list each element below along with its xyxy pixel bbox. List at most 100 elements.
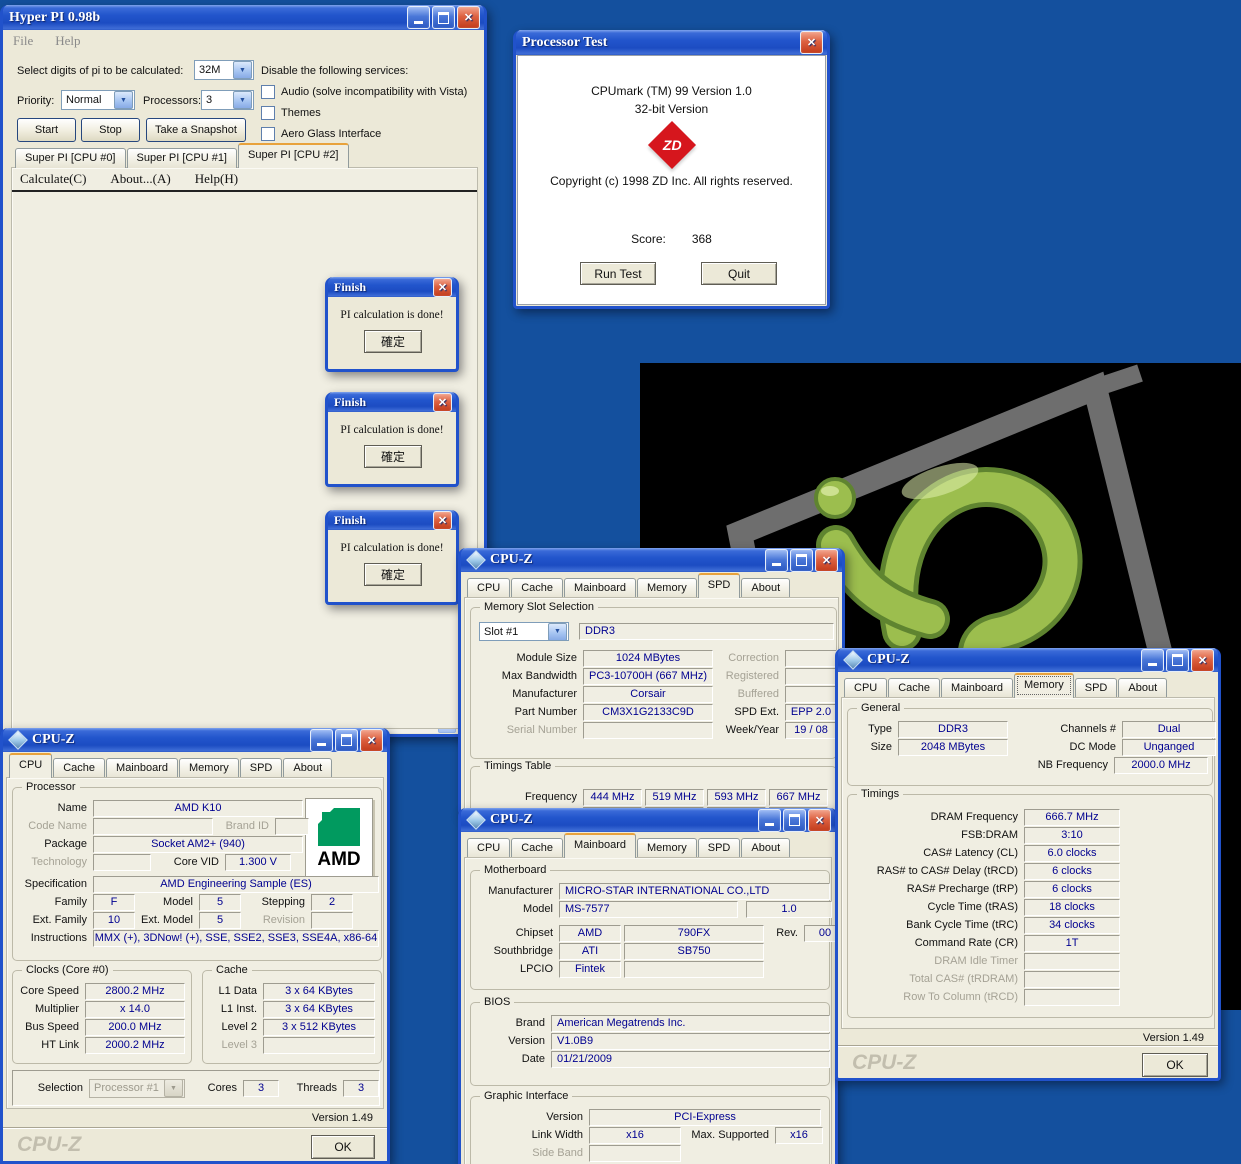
minimize-button[interactable]: [765, 549, 788, 572]
version-text: Version 1.49: [312, 1112, 373, 1124]
minimize-button[interactable]: [758, 809, 781, 832]
close-button[interactable]: ✕: [808, 809, 831, 832]
tab-cpu[interactable]: CPU: [9, 753, 52, 778]
processor-legend: Processor: [22, 781, 80, 793]
tab-memory[interactable]: Memory: [1014, 673, 1074, 698]
tab-cpu[interactable]: CPU: [844, 678, 887, 698]
cpuz-titlebar[interactable]: CPU-Z ✕: [838, 648, 1218, 672]
tab-superpi-cpu1[interactable]: Super PI [CPU #1]: [127, 148, 238, 168]
tab-superpi-cpu2[interactable]: Super PI [CPU #2]: [238, 143, 349, 168]
menu-file[interactable]: File: [13, 33, 33, 49]
close-button[interactable]: ✕: [800, 31, 823, 54]
ext-model-label: Ext. Model: [135, 914, 199, 926]
tab-about[interactable]: About: [1118, 678, 1167, 698]
priority-select[interactable]: Normal ▼: [61, 90, 135, 110]
processors-select[interactable]: 3 ▼: [201, 90, 254, 110]
finish-titlebar[interactable]: Finish ✕: [328, 277, 456, 297]
menu-about[interactable]: About...(A): [110, 171, 170, 187]
close-button[interactable]: ✕: [433, 278, 452, 297]
cpuz-titlebar[interactable]: CPU-Z ✕: [461, 808, 835, 832]
chevron-down-icon[interactable]: ▼: [233, 91, 252, 109]
maximize-button[interactable]: [335, 729, 358, 752]
finish-titlebar[interactable]: Finish ✕: [328, 392, 456, 412]
close-button[interactable]: ✕: [433, 511, 452, 530]
close-button[interactable]: ✕: [1191, 649, 1214, 672]
maximize-button[interactable]: [1166, 649, 1189, 672]
close-button[interactable]: ✕: [433, 393, 452, 412]
chevron-down-icon[interactable]: ▼: [114, 91, 133, 109]
minimize-button[interactable]: [310, 729, 333, 752]
menu-calculate[interactable]: Calculate(C): [20, 171, 86, 187]
slot-select[interactable]: Slot #1 ▼: [479, 622, 569, 641]
hyperpi-titlebar[interactable]: Hyper PI 0.98b ✕: [3, 5, 484, 30]
minimize-button[interactable]: [1141, 649, 1164, 672]
ok-button[interactable]: OK: [311, 1135, 375, 1159]
tab-spd[interactable]: SPD: [698, 838, 741, 858]
tab-spd[interactable]: SPD: [698, 573, 741, 598]
snapshot-button[interactable]: Take a Snapshot: [146, 118, 246, 142]
cpuz-titlebar[interactable]: CPU-Z ✕: [461, 548, 842, 572]
bios-date-field: 01/21/2009: [551, 1051, 830, 1068]
tab-superpi-cpu0[interactable]: Super PI [CPU #0]: [15, 148, 126, 168]
tab-cache[interactable]: Cache: [511, 578, 563, 598]
clocks-group: Clocks (Core #0) Core Speed2800.2 MHz Mu…: [12, 970, 192, 1064]
name-label: Name: [15, 802, 93, 814]
tab-cache[interactable]: Cache: [511, 838, 563, 858]
correction-field: [785, 650, 837, 667]
tab-memory[interactable]: Memory: [179, 758, 239, 778]
start-button[interactable]: Start: [17, 118, 76, 142]
tab-mainboard[interactable]: Mainboard: [564, 833, 636, 858]
bios-legend: BIOS: [480, 996, 514, 1008]
tab-memory[interactable]: Memory: [637, 578, 697, 598]
tab-spd[interactable]: SPD: [1075, 678, 1118, 698]
tab-about[interactable]: About: [741, 578, 790, 598]
processor-test-titlebar[interactable]: Processor Test ✕: [516, 30, 827, 55]
confirm-button[interactable]: 確定: [364, 563, 422, 586]
freq-field: 667 MHz: [769, 789, 828, 806]
menu-help2[interactable]: Help(H): [195, 171, 238, 187]
tab-about[interactable]: About: [741, 838, 790, 858]
chevron-down-icon[interactable]: ▼: [233, 61, 252, 79]
ok-button[interactable]: OK: [1142, 1053, 1208, 1077]
revision-label: Revision: [241, 914, 311, 926]
minimize-button[interactable]: [407, 6, 430, 29]
confirm-button[interactable]: 確定: [364, 445, 422, 468]
menu-help[interactable]: Help: [55, 33, 80, 49]
tab-spd[interactable]: SPD: [240, 758, 283, 778]
finish-message: PI calculation is done!: [328, 542, 456, 554]
close-button[interactable]: ✕: [815, 549, 838, 572]
digits-select[interactable]: 32M ▼: [194, 60, 254, 80]
maximize-button[interactable]: [432, 6, 455, 29]
cpuz-titlebar[interactable]: CPU-Z ✕: [3, 728, 387, 752]
close-button[interactable]: ✕: [360, 729, 383, 752]
finish-titlebar[interactable]: Finish ✕: [328, 510, 456, 530]
tab-memory[interactable]: Memory: [637, 838, 697, 858]
tab-about[interactable]: About: [283, 758, 332, 778]
model-field: 5: [199, 894, 241, 911]
tab-cache[interactable]: Cache: [53, 758, 105, 778]
tab-mainboard[interactable]: Mainboard: [106, 758, 178, 778]
themes-checkbox[interactable]: [261, 106, 275, 120]
close-button[interactable]: ✕: [457, 6, 480, 29]
stop-button[interactable]: Stop: [81, 118, 140, 142]
tab-mainboard[interactable]: Mainboard: [941, 678, 1013, 698]
motherboard-group: Motherboard ManufacturerMICRO-STAR INTER…: [470, 870, 830, 990]
close-icon: ✕: [438, 281, 447, 294]
maximize-button[interactable]: [790, 549, 813, 572]
l1-data-label: L1 Data: [205, 985, 263, 997]
tab-mainboard[interactable]: Mainboard: [564, 578, 636, 598]
run-test-button[interactable]: Run Test: [580, 262, 656, 285]
chevron-down-icon[interactable]: ▼: [548, 623, 567, 641]
confirm-button[interactable]: 確定: [364, 330, 422, 353]
tab-cache[interactable]: Cache: [888, 678, 940, 698]
audio-checkbox[interactable]: [261, 85, 275, 99]
southbridge-vendor-field: ATI: [559, 943, 621, 960]
tab-cpu[interactable]: CPU: [467, 578, 510, 598]
aero-checkbox[interactable]: [261, 127, 275, 141]
selection-label: Selection: [13, 1082, 89, 1094]
level2-field: 3 x 512 KBytes: [263, 1019, 375, 1036]
tab-cpu[interactable]: CPU: [467, 838, 510, 858]
quit-button[interactable]: Quit: [701, 262, 777, 285]
cpuz-spd-window: CPU-Z ✕ CPU Cache Mainboard Memory SPD A…: [458, 548, 845, 815]
maximize-button[interactable]: [783, 809, 806, 832]
